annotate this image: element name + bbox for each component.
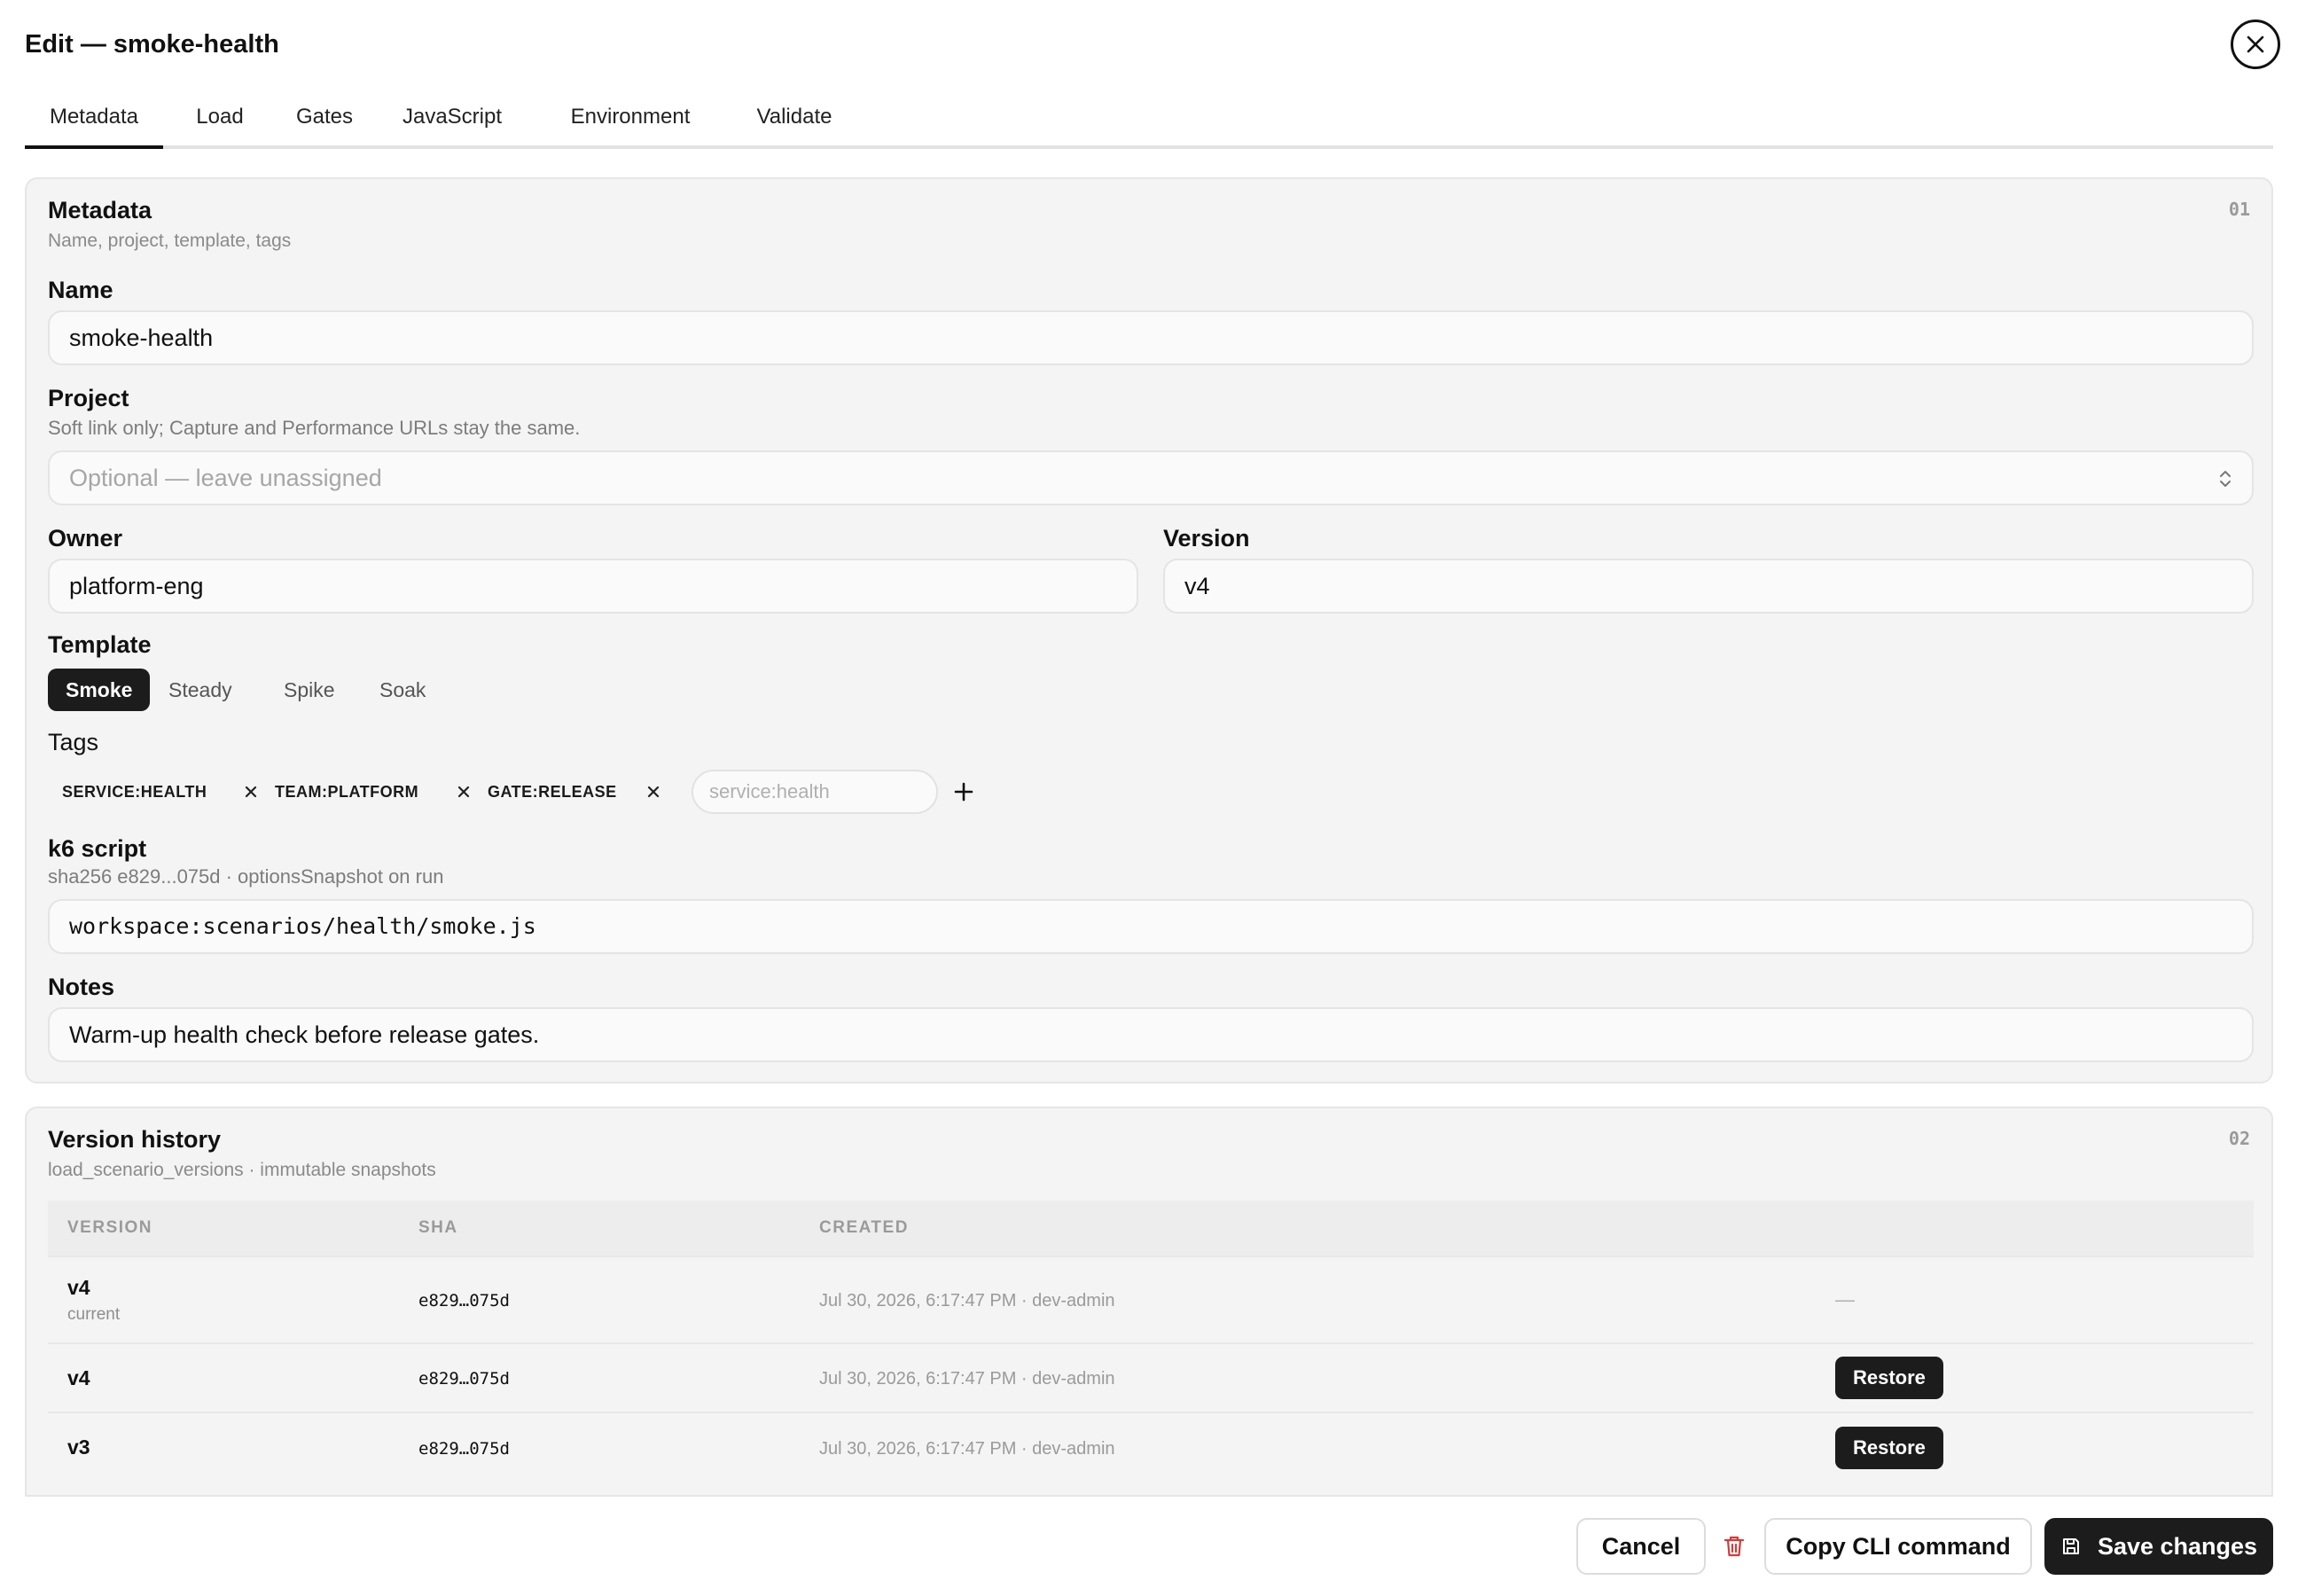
version-label: Version bbox=[1163, 525, 1250, 552]
tab-gates[interactable]: Gates bbox=[280, 92, 369, 145]
notes-label: Notes bbox=[48, 974, 115, 1000]
restore-button[interactable]: Restore bbox=[1835, 1357, 1943, 1399]
tags-label: Tags bbox=[48, 729, 99, 755]
version-history-card: Version history load_scenario_versions ·… bbox=[25, 1107, 2273, 1497]
save-changes-button[interactable]: Save changes bbox=[2044, 1518, 2273, 1575]
script-label: k6 script bbox=[48, 835, 147, 862]
column-header: CREATED bbox=[819, 1201, 1835, 1256]
close-icon bbox=[2247, 35, 2264, 53]
version-input[interactable]: v4 bbox=[1163, 559, 2254, 614]
tab-bar: Metadata Load Gates JavaScript Environme… bbox=[25, 92, 2273, 149]
plus-icon[interactable] bbox=[952, 780, 975, 803]
cancel-button[interactable]: Cancel bbox=[1576, 1518, 1706, 1575]
script-input[interactable]: workspace:scenarios/health/smoke.js bbox=[48, 899, 2254, 954]
project-label: Project bbox=[48, 385, 129, 411]
tab-metadata[interactable]: Metadata bbox=[25, 92, 163, 149]
card-number: 01 bbox=[2228, 199, 2250, 220]
created-cell: Jul 30, 2026, 6:17:47 PM · dev-admin bbox=[819, 1291, 1115, 1310]
sha-cell: e829…075d bbox=[418, 1438, 510, 1459]
notes-input[interactable]: Warm-up health check before release gate… bbox=[48, 1007, 2254, 1062]
x-icon[interactable] bbox=[454, 782, 473, 802]
tag-chip: GATE:RELEASE bbox=[488, 783, 617, 801]
project-placeholder: Optional — leave unassigned bbox=[69, 465, 382, 491]
created-cell: Jul 30, 2026, 6:17:47 PM · dev-admin bbox=[819, 1438, 1115, 1459]
template-spike[interactable]: Spike bbox=[266, 669, 353, 711]
restore-button[interactable]: Restore bbox=[1835, 1426, 1943, 1469]
created-cell: Jul 30, 2026, 6:17:47 PM · dev-admin bbox=[819, 1369, 1115, 1389]
owner-label: Owner bbox=[48, 525, 123, 552]
project-hint: Soft link only; Capture and Performance … bbox=[48, 417, 581, 439]
sha-cell: e829…075d bbox=[418, 1291, 510, 1310]
metadata-card: Metadata Name, project, template, tags 0… bbox=[25, 177, 2273, 1084]
x-icon[interactable] bbox=[644, 782, 663, 802]
template-label: Template bbox=[48, 631, 152, 658]
sha-cell: e829…075d bbox=[418, 1369, 510, 1389]
card-subtitle: load_scenario_versions · immutable snaps… bbox=[48, 1160, 436, 1180]
version-table: VERSION SHA CREATED v4 current e829…075d… bbox=[48, 1201, 2254, 1482]
name-label: Name bbox=[48, 277, 113, 303]
card-number: 02 bbox=[2228, 1128, 2250, 1149]
no-action: — bbox=[1835, 1288, 1855, 1310]
tab-validate[interactable]: Validate bbox=[743, 92, 846, 145]
template-smoke[interactable]: Smoke bbox=[48, 669, 151, 711]
tag-input[interactable]: service:health bbox=[692, 770, 938, 814]
chevron-updown-icon bbox=[2220, 471, 2231, 487]
version-cell: v4 bbox=[67, 1275, 90, 1299]
table-row: v4 current e829…075d Jul 30, 2026, 6:17:… bbox=[48, 1256, 2254, 1343]
dialog-title: Edit — smoke-health bbox=[25, 30, 279, 59]
trash-icon bbox=[1724, 1536, 1745, 1557]
current-label: current bbox=[67, 1304, 121, 1324]
version-cell: v4 bbox=[67, 1365, 90, 1389]
tag-chip: SERVICE:HEALTH bbox=[62, 783, 207, 801]
tab-load[interactable]: Load bbox=[181, 92, 259, 145]
column-header: SHA bbox=[418, 1201, 819, 1256]
card-title: Version history bbox=[48, 1126, 222, 1153]
version-cell: v3 bbox=[67, 1436, 90, 1459]
template-soak[interactable]: Soak bbox=[362, 669, 443, 711]
card-subtitle: Name, project, template, tags bbox=[48, 231, 292, 251]
tag-chip: TEAM:PLATFORM bbox=[275, 783, 419, 801]
template-steady[interactable]: Steady bbox=[151, 669, 250, 711]
tab-javascript[interactable]: JavaScript bbox=[387, 92, 518, 145]
column-header-actions bbox=[1835, 1201, 2254, 1256]
project-select[interactable]: Optional — leave unassigned bbox=[48, 450, 2254, 505]
table-row: v4 e829…075d Jul 30, 2026, 6:17:47 PM · … bbox=[48, 1342, 2254, 1412]
close-button[interactable] bbox=[2231, 20, 2280, 69]
copy-cli-button[interactable]: Copy CLI command bbox=[1764, 1518, 2032, 1575]
delete-button[interactable] bbox=[1718, 1530, 1750, 1562]
name-input[interactable]: smoke-health bbox=[48, 310, 2254, 365]
save-icon bbox=[2062, 1538, 2079, 1554]
card-title: Metadata bbox=[48, 197, 152, 223]
tab-environment[interactable]: Environment bbox=[537, 92, 723, 145]
column-header: VERSION bbox=[48, 1201, 418, 1256]
tags-row: SERVICE:HEALTH TEAM:PLATFORM GATE:RELEAS… bbox=[48, 770, 1112, 814]
x-icon[interactable] bbox=[241, 782, 261, 802]
table-row: v3 e829…075d Jul 30, 2026, 6:17:47 PM · … bbox=[48, 1412, 2254, 1482]
owner-input[interactable]: platform-eng bbox=[48, 559, 1138, 614]
script-hint: sha256 e829...075d · optionsSnapshot on … bbox=[48, 865, 444, 888]
save-label: Save changes bbox=[2097, 1532, 2258, 1560]
